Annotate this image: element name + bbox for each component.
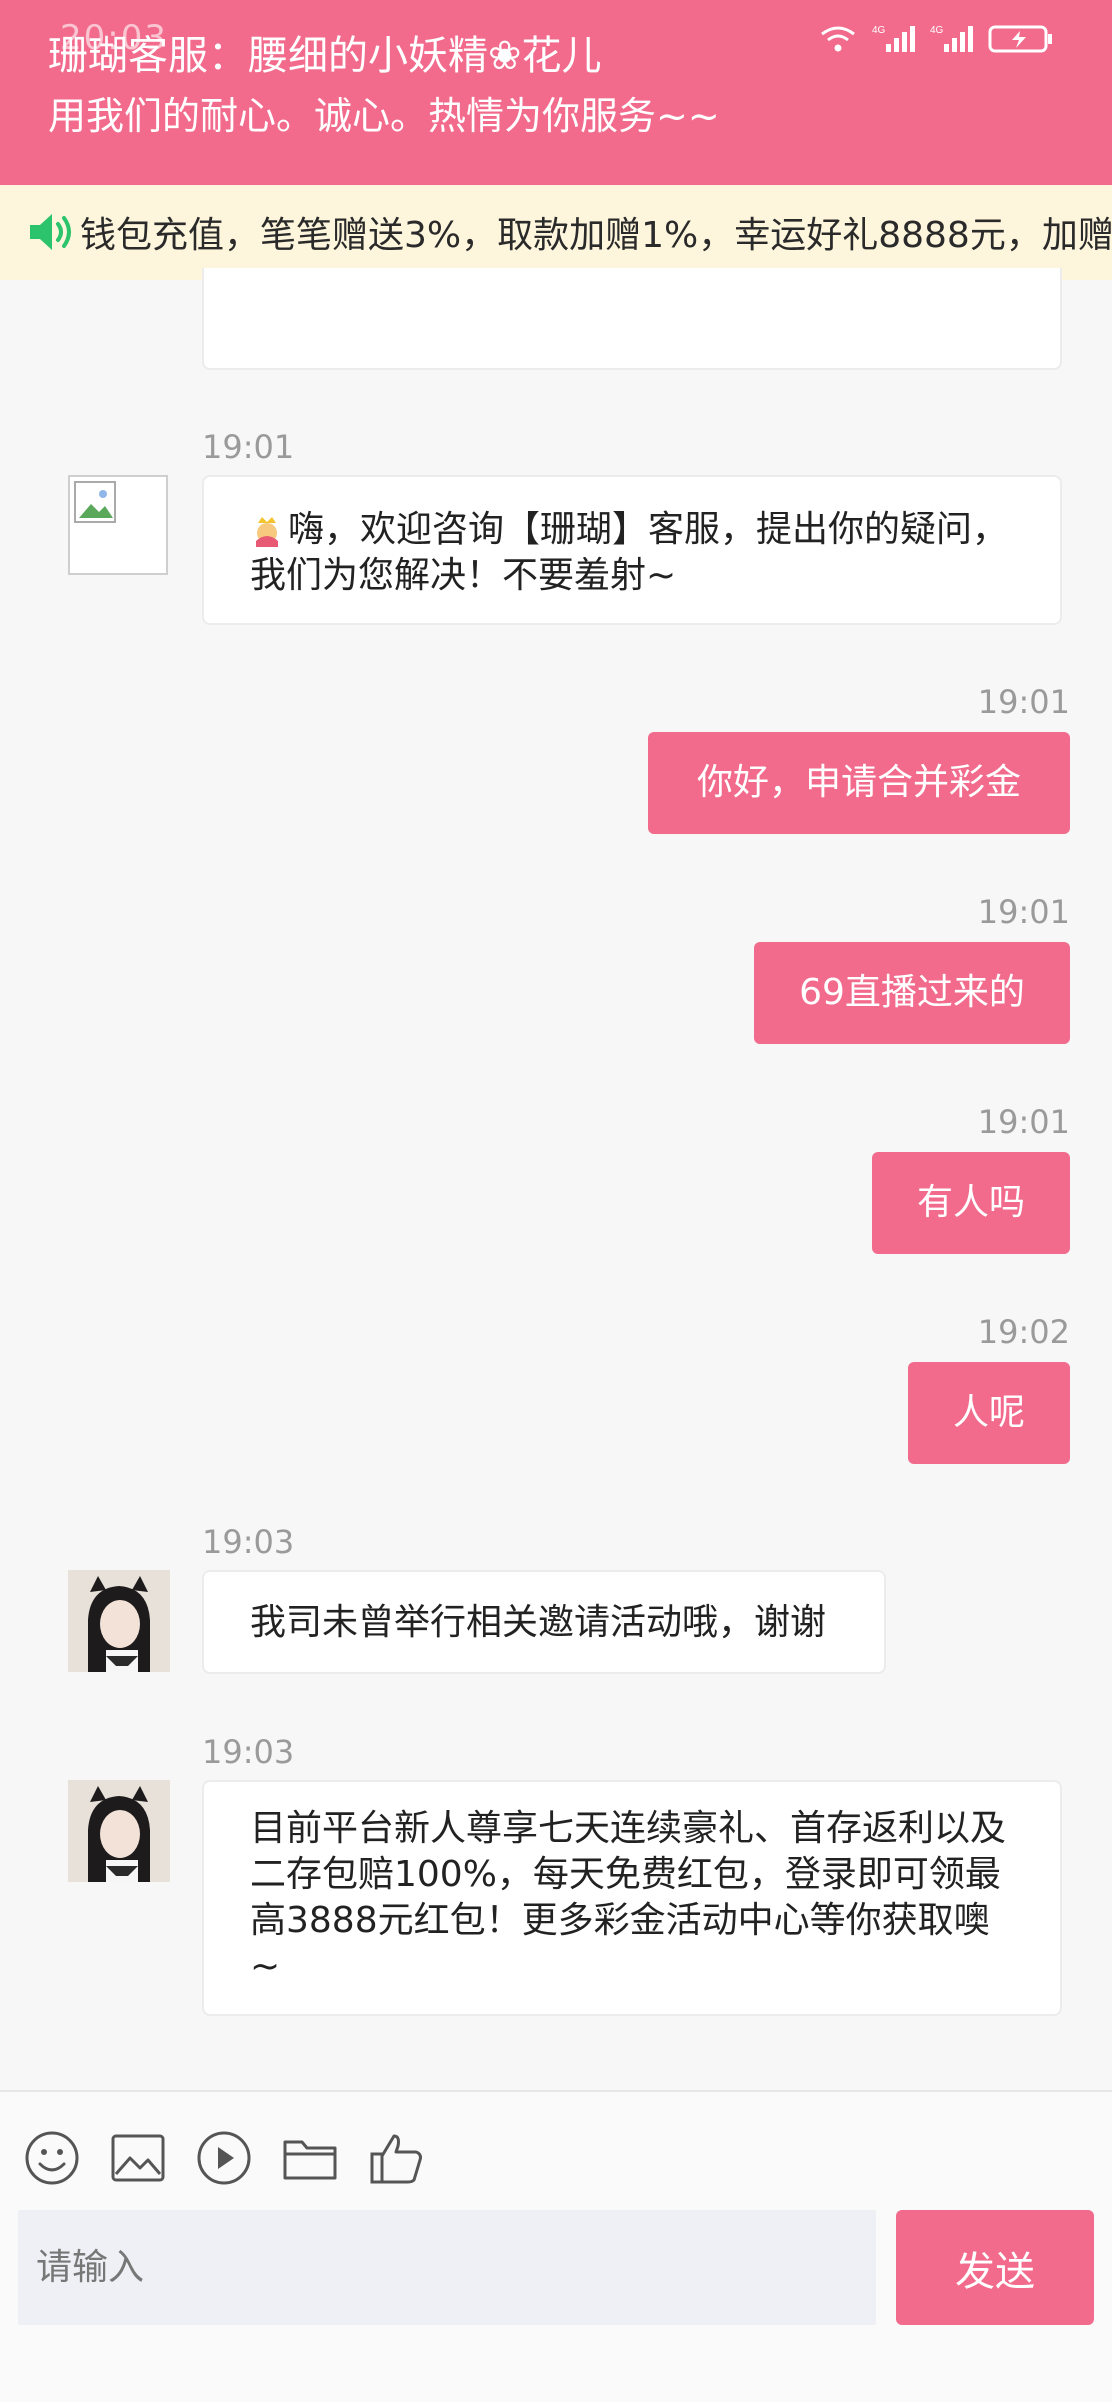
message-bubble-incoming: 我司未曾举行相关邀请活动哦，谢谢 [202,1570,886,1674]
message-time: 19:01 [977,1103,1070,1141]
message-text: 有人吗 [916,1182,1025,1223]
message-text: 嗨，欢迎咨询【珊瑚】客服，提出你的疑问，我们为您解决！不要羞射~ [250,509,1009,596]
message-bubble-outgoing: 69直播过来的 [754,942,1070,1044]
message-text: 人呢 [952,1392,1025,1433]
avatar-photo-image [68,1570,170,1672]
message-time: 19:03 [202,1733,295,1771]
speaker-icon [30,214,71,250]
notice-bar[interactable]: 钱包充值，笔笔赠送3%，取款加赠1%，幸运好礼8888元，加赠 [0,185,1112,280]
message-time: 19:01 [977,893,1070,931]
wifi-icon [821,26,855,52]
chat-header: 20:03 4G 4G 珊瑚客服：腰细的小妖精❀花儿 用我们的耐心。诚心。热情为… [0,0,1112,185]
thumbs-up-icon[interactable] [368,2130,424,2186]
agent-avatar-photo[interactable] [68,1780,170,1882]
message-bubble-incoming: 嗨，欢迎咨询【珊瑚】客服，提出你的疑问，我们为您解决！不要羞射~ [202,475,1062,625]
status-icons: 4G 4G [818,24,1054,54]
video-play-icon[interactable] [196,2130,252,2186]
message-text: 目前平台新人尊享七天连续豪礼、首存返利以及二存包赔100%，每天免费红包，登录即… [250,1808,1007,1987]
message-text: 69直播过来的 [799,972,1025,1013]
notice-text: 钱包充值，笔笔赠送3%，取款加赠1%，幸运好礼8888元，加赠 [80,215,1112,256]
broken-image-icon [74,481,116,523]
message-time: 19:01 [202,428,295,466]
emoji-icon[interactable] [24,2130,80,2186]
message-time: 19:03 [202,1523,295,1561]
message-bubble-outgoing: 你好，申请合并彩金 [648,732,1070,834]
battery-icon [988,25,1052,53]
message-time: 19:01 [977,683,1070,721]
signal-icon-2: 4G [930,25,973,52]
message-bubble-partial [202,268,1062,370]
message-input[interactable] [18,2210,876,2325]
network-label: 4G [872,25,886,36]
avatar-photo-image [68,1780,170,1882]
header-title: 珊瑚客服：腰细的小妖精❀花儿 [48,33,602,79]
agent-avatar[interactable] [68,475,168,575]
agent-avatar-photo[interactable] [68,1570,170,1672]
signal-icon: 4G [872,25,915,52]
network-label-2: 4G [930,25,944,36]
message-bubble-outgoing: 人呢 [908,1362,1070,1464]
header-subtitle: 用我们的耐心。诚心。热情为你服务~~ [48,94,720,138]
message-bubble-outgoing: 有人吗 [872,1152,1070,1254]
princess-emoji-icon [250,513,284,547]
message-text: 你好，申请合并彩金 [696,762,1021,803]
message-time: 19:02 [977,1313,1070,1351]
message-text: 我司未曾举行相关邀请活动哦，谢谢 [250,1602,827,1643]
message-bubble-incoming: 目前平台新人尊享七天连续豪礼、首存返利以及二存包赔100%，每天免费红包，登录即… [202,1780,1062,2016]
image-icon[interactable] [110,2130,166,2186]
folder-icon[interactable] [282,2130,338,2186]
send-button[interactable]: 发送 [896,2210,1094,2325]
